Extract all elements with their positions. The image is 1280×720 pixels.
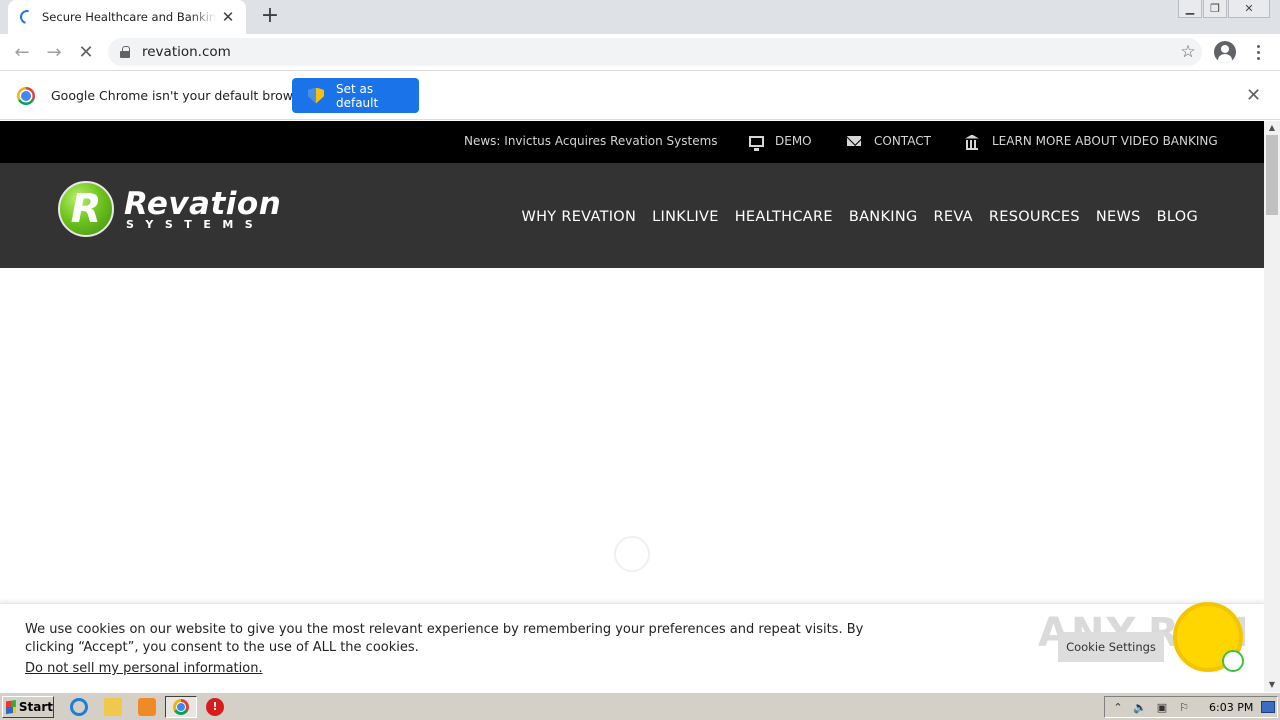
menu-banking[interactable]: BANKING	[849, 209, 918, 225]
menu-blog[interactable]: BLOG	[1157, 209, 1198, 225]
do-not-sell-link[interactable]: Do not sell my personal information	[25, 661, 258, 676]
infobar-close-icon[interactable]: ✕	[1246, 85, 1261, 106]
scroll-up-arrow-icon[interactable]: ▲	[1264, 121, 1280, 135]
menu-healthcare[interactable]: HEALTHCARE	[735, 209, 833, 225]
window-controls: ▁ ❐ ✕	[1177, 0, 1270, 18]
scroll-down-arrow-icon[interactable]: ▼	[1264, 678, 1280, 692]
contact-label: CONTACT	[874, 134, 931, 148]
cookie-message: We use cookies on our website to give yo…	[25, 622, 864, 655]
tray-expand-icon[interactable]: ⌃	[1111, 700, 1125, 714]
set-as-default-label: Set as default	[335, 81, 379, 110]
file-explorer-icon[interactable]	[104, 698, 122, 716]
chrome-taskbar-icon	[173, 699, 189, 715]
system-tray: ⌃ 🔈 ▣ ⚐ 6:03 PM	[1104, 696, 1278, 718]
media-player-icon[interactable]	[138, 698, 156, 716]
logo-subtitle: SYSTEMS	[126, 217, 265, 231]
address-bar[interactable]: revation.com ☆	[108, 38, 1202, 66]
start-button[interactable]: Start	[2, 696, 54, 718]
set-as-default-button[interactable]: Set as default	[292, 78, 419, 113]
show-desktop-icon[interactable]	[1261, 701, 1275, 713]
cookie-banner: We use cookies on our website to give yo…	[0, 602, 1264, 692]
contact-link[interactable]: CONTACT	[847, 134, 931, 148]
page-loader-icon	[614, 536, 650, 572]
taskbar-chrome-button[interactable]	[165, 696, 197, 718]
tab-strip: Secure Healthcare and Banking Communicat…	[0, 0, 1280, 34]
forward-arrow-icon[interactable]: →	[38, 36, 70, 68]
bookmark-star-icon[interactable]: ☆	[1174, 42, 1202, 62]
logo-mark: R	[58, 181, 114, 237]
volume-icon[interactable]: 🔈	[1133, 700, 1147, 714]
video-banking-link[interactable]: LEARN MORE ABOUT VIDEO BANKING	[965, 134, 1218, 150]
tab-close-icon[interactable]: ✕	[220, 8, 236, 26]
main-menu: WHY REVATION LINKLIVE HEALTHCARE BANKING…	[521, 209, 1198, 225]
envelope-icon	[847, 136, 861, 146]
cookie-settings-button[interactable]: Cookie Settings	[1058, 632, 1164, 662]
network-icon[interactable]: ▣	[1155, 700, 1169, 714]
chrome-logo-icon	[17, 87, 35, 105]
video-banking-label: LEARN MORE ABOUT VIDEO BANKING	[992, 134, 1218, 148]
system-clock[interactable]: 6:03 PM	[1209, 701, 1253, 714]
revation-logo[interactable]: R Revation SYSTEMS	[58, 181, 281, 237]
scroll-thumb[interactable]	[1266, 135, 1278, 215]
infobar-message: Google Chrome isn't your default browser	[51, 88, 313, 103]
stop-loading-icon[interactable]: ✕	[70, 36, 102, 68]
menu-resources[interactable]: RESOURCES	[989, 209, 1080, 225]
menu-reva[interactable]: REVA	[934, 209, 973, 225]
window-close-button[interactable]: ✕	[1228, 0, 1270, 18]
monitor-icon	[749, 135, 764, 151]
site-main-nav: R Revation SYSTEMS WHY REVATION LINKLIVE…	[0, 163, 1264, 268]
url-text[interactable]: revation.com	[142, 44, 1174, 60]
back-arrow-icon[interactable]: ←	[6, 36, 38, 68]
windows-flag-icon	[6, 700, 16, 714]
tab-title: Secure Healthcare and Banking Communicat…	[42, 10, 216, 24]
page-scrollbar[interactable]: ▲ ▼	[1264, 121, 1280, 692]
browser-toolbar: ← → ✕ revation.com ☆	[0, 34, 1280, 70]
bank-icon	[965, 135, 979, 150]
news-link[interactable]: News: Invictus Acquires Revation Systems	[464, 134, 718, 148]
menu-news[interactable]: NEWS	[1096, 209, 1141, 225]
restore-button[interactable]: ❐	[1203, 0, 1227, 18]
chat-online-indicator	[1222, 650, 1244, 672]
new-tab-button[interactable]: +	[258, 4, 282, 28]
browser-tab-active[interactable]: Secure Healthcare and Banking Communicat…	[8, 0, 246, 34]
start-label: Start	[18, 700, 53, 714]
page-viewport: News: Invictus Acquires Revation Systems…	[0, 121, 1264, 692]
demo-link[interactable]: DEMO	[749, 134, 812, 151]
windows-taskbar: Start ! ⌃ 🔈 ▣ ⚐ 6:03 PM	[0, 692, 1280, 720]
menu-why-revation[interactable]: WHY REVATION	[521, 209, 636, 225]
action-center-flag-icon[interactable]: ⚐	[1177, 700, 1191, 714]
chrome-menu-icon[interactable]	[1248, 40, 1268, 64]
site-topbar: News: Invictus Acquires Revation Systems…	[0, 121, 1264, 163]
do-not-sell-period: .	[258, 661, 263, 676]
stop-sign-icon[interactable]: !	[206, 698, 224, 716]
do-not-sell-wrapper: Do not sell my personal information.	[25, 661, 263, 676]
demo-label: DEMO	[775, 134, 812, 148]
logo-word: Revation	[124, 185, 282, 222]
profile-avatar-icon[interactable]	[1214, 41, 1236, 63]
uac-shield-icon	[308, 87, 324, 104]
default-browser-infobar: Google Chrome isn't your default browser…	[0, 70, 1280, 120]
internet-explorer-icon[interactable]	[70, 698, 88, 716]
loading-spinner-icon	[17, 7, 37, 27]
menu-linklive[interactable]: LINKLIVE	[652, 209, 719, 225]
minimize-button[interactable]: ▁	[1178, 0, 1202, 18]
lock-icon[interactable]	[120, 46, 130, 58]
